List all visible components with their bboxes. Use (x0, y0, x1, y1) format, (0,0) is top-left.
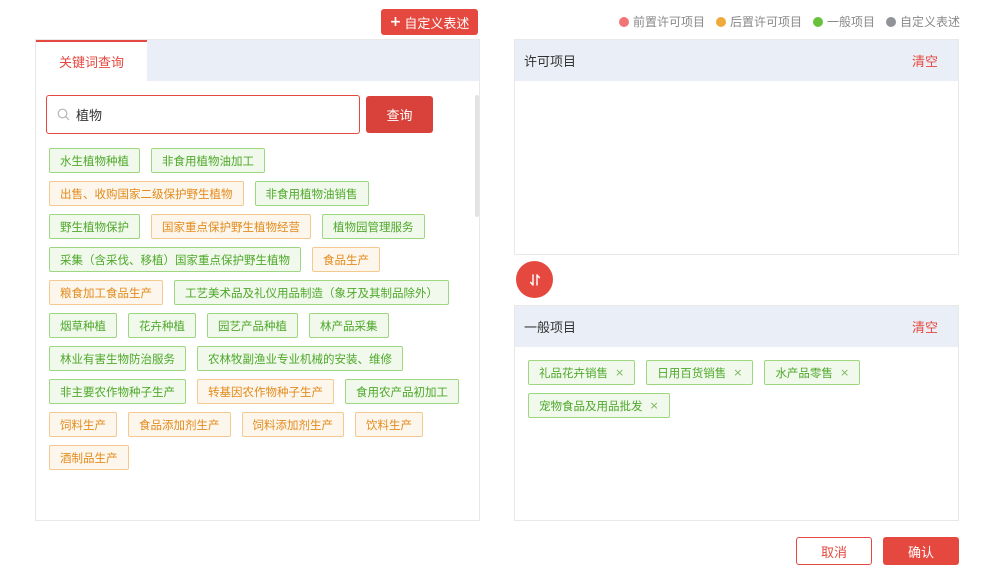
legend: 前置许可项目 后置许可项目 一般项目 自定义表述 (618, 13, 960, 30)
tab-keyword-search[interactable]: 关键词查询 (36, 40, 147, 81)
selected-tag-label: 礼品花卉销售 (539, 365, 608, 380)
result-tag[interactable]: 转基因农作物种子生产 (197, 379, 334, 404)
add-custom-expression-button[interactable]: + 自定义表述 (381, 9, 478, 35)
query-button[interactable]: 查询 (366, 96, 433, 133)
selected-tag-label: 水产品零售 (775, 365, 833, 380)
legend-item: 自定义表述 (885, 13, 960, 30)
legend-item: 后置许可项目 (715, 13, 802, 30)
selected-tag-label: 日用百货销售 (657, 365, 727, 380)
permit-clear-button[interactable]: 清空 (912, 51, 938, 70)
result-tag[interactable]: 非食用植物油加工 (151, 148, 265, 173)
plus-icon: + (389, 14, 402, 30)
close-icon[interactable]: × (840, 366, 849, 379)
result-tag[interactable]: 酒制品生产 (49, 445, 129, 470)
result-tag[interactable]: 粮食加工食品生产 (49, 280, 163, 305)
selected-general-tags: 礼品花卉销售 × 日用百货销售 × 水产品零售 × 宠物食品及用品批发 × (515, 347, 958, 431)
scrollbar-thumb[interactable] (475, 95, 479, 217)
result-tag[interactable]: 国家重点保护野生植物经营 (151, 214, 311, 239)
permit-items-title: 许可项目 (524, 55, 577, 70)
result-tag[interactable]: 工艺美术品及礼仪用品制造（象牙及其制品除外） (174, 280, 449, 305)
general-items-header: 一般项目 清空 (515, 306, 958, 347)
result-tag[interactable]: 林产品采集 (309, 313, 389, 338)
result-tag[interactable]: 食品生产 (312, 247, 380, 272)
swap-button[interactable] (516, 261, 553, 298)
selected-tag: 宠物食品及用品批发 × (528, 393, 670, 418)
cancel-button[interactable]: 取消 (796, 537, 872, 565)
search-result-tags: 水生植物种植 非食用植物油加工出售、收购国家二级保护野生植物 非食用植物油销售野生植… (49, 148, 469, 470)
permit-items-box: 许可项目 清空 (514, 39, 959, 255)
legend-label: 后置许可项目 (729, 15, 802, 29)
general-items-box: 一般项目 清空 礼品花卉销售 × 日用百货销售 × 水产品零售 × 宠物食品及用品批发 × (514, 305, 959, 521)
result-tag[interactable]: 饲料生产 (49, 412, 117, 437)
result-tag[interactable]: 采集（含采伐、移植）国家重点保护野生植物 (49, 247, 301, 272)
legend-dot-icon (618, 16, 629, 27)
result-tag[interactable]: 食用农产品初加工 (345, 379, 459, 404)
legend-label: 自定义表述 (899, 15, 960, 29)
search-icon (57, 108, 70, 121)
result-tag[interactable]: 非主要农作物种子生产 (49, 379, 186, 404)
result-tag[interactable]: 植物园管理服务 (322, 214, 425, 239)
swap-arrows-icon (529, 273, 540, 286)
selected-tag: 礼品花卉销售 × (528, 360, 636, 385)
result-tag[interactable]: 饮料生产 (355, 412, 423, 437)
permit-items-header: 许可项目 清空 (515, 40, 958, 81)
close-icon[interactable]: × (733, 366, 742, 379)
result-tag[interactable]: 林业有害生物防治服务 (49, 346, 186, 371)
legend-item: 前置许可项目 (618, 13, 705, 30)
confirm-button[interactable]: 确认 (883, 537, 959, 565)
result-tag[interactable]: 烟草种植 (49, 313, 117, 338)
legend-label: 一般项目 (826, 15, 875, 29)
result-tag[interactable]: 非食用植物油销售 (254, 181, 369, 206)
close-icon[interactable]: × (650, 399, 659, 412)
search-input[interactable] (76, 107, 336, 122)
add-custom-expression-label: 自定义表述 (404, 16, 470, 32)
selected-tag-label: 宠物食品及用品批发 (539, 398, 643, 413)
result-tag[interactable]: 水生植物种植 (49, 148, 140, 173)
general-clear-button[interactable]: 清空 (912, 317, 938, 336)
legend-dot-icon (885, 16, 896, 27)
legend-item: 一般项目 (812, 13, 875, 30)
result-tag[interactable]: 花卉种植 (128, 313, 196, 338)
keyword-search-panel: 关键词查询 查询 水生植物种植非食用植物油加工出售、收购国家二级保护野生植物非食… (35, 39, 480, 521)
close-icon[interactable]: × (615, 366, 624, 379)
search-field[interactable] (46, 95, 360, 134)
selected-tag: 水产品零售 × (764, 360, 861, 385)
tab-bar: 关键词查询 (36, 40, 479, 81)
legend-label: 前置许可项目 (632, 15, 705, 29)
result-tag[interactable]: 食品添加剂生产 (128, 412, 231, 437)
result-tag[interactable]: 农林牧副渔业专业机械的安装、维修 (197, 346, 403, 371)
result-tag[interactable]: 园艺产品种植 (207, 313, 298, 338)
result-tag[interactable]: 野生植物保护 (49, 214, 140, 239)
selected-tag: 日用百货销售 × (646, 360, 754, 385)
legend-dot-icon (812, 16, 823, 27)
legend-dot-icon (715, 16, 726, 27)
general-items-title: 一般项目 (524, 321, 577, 336)
result-tag[interactable]: 出售、收购国家二级保护野生植物 (49, 181, 244, 206)
result-tag[interactable]: 饲料添加剂生产 (241, 412, 344, 437)
